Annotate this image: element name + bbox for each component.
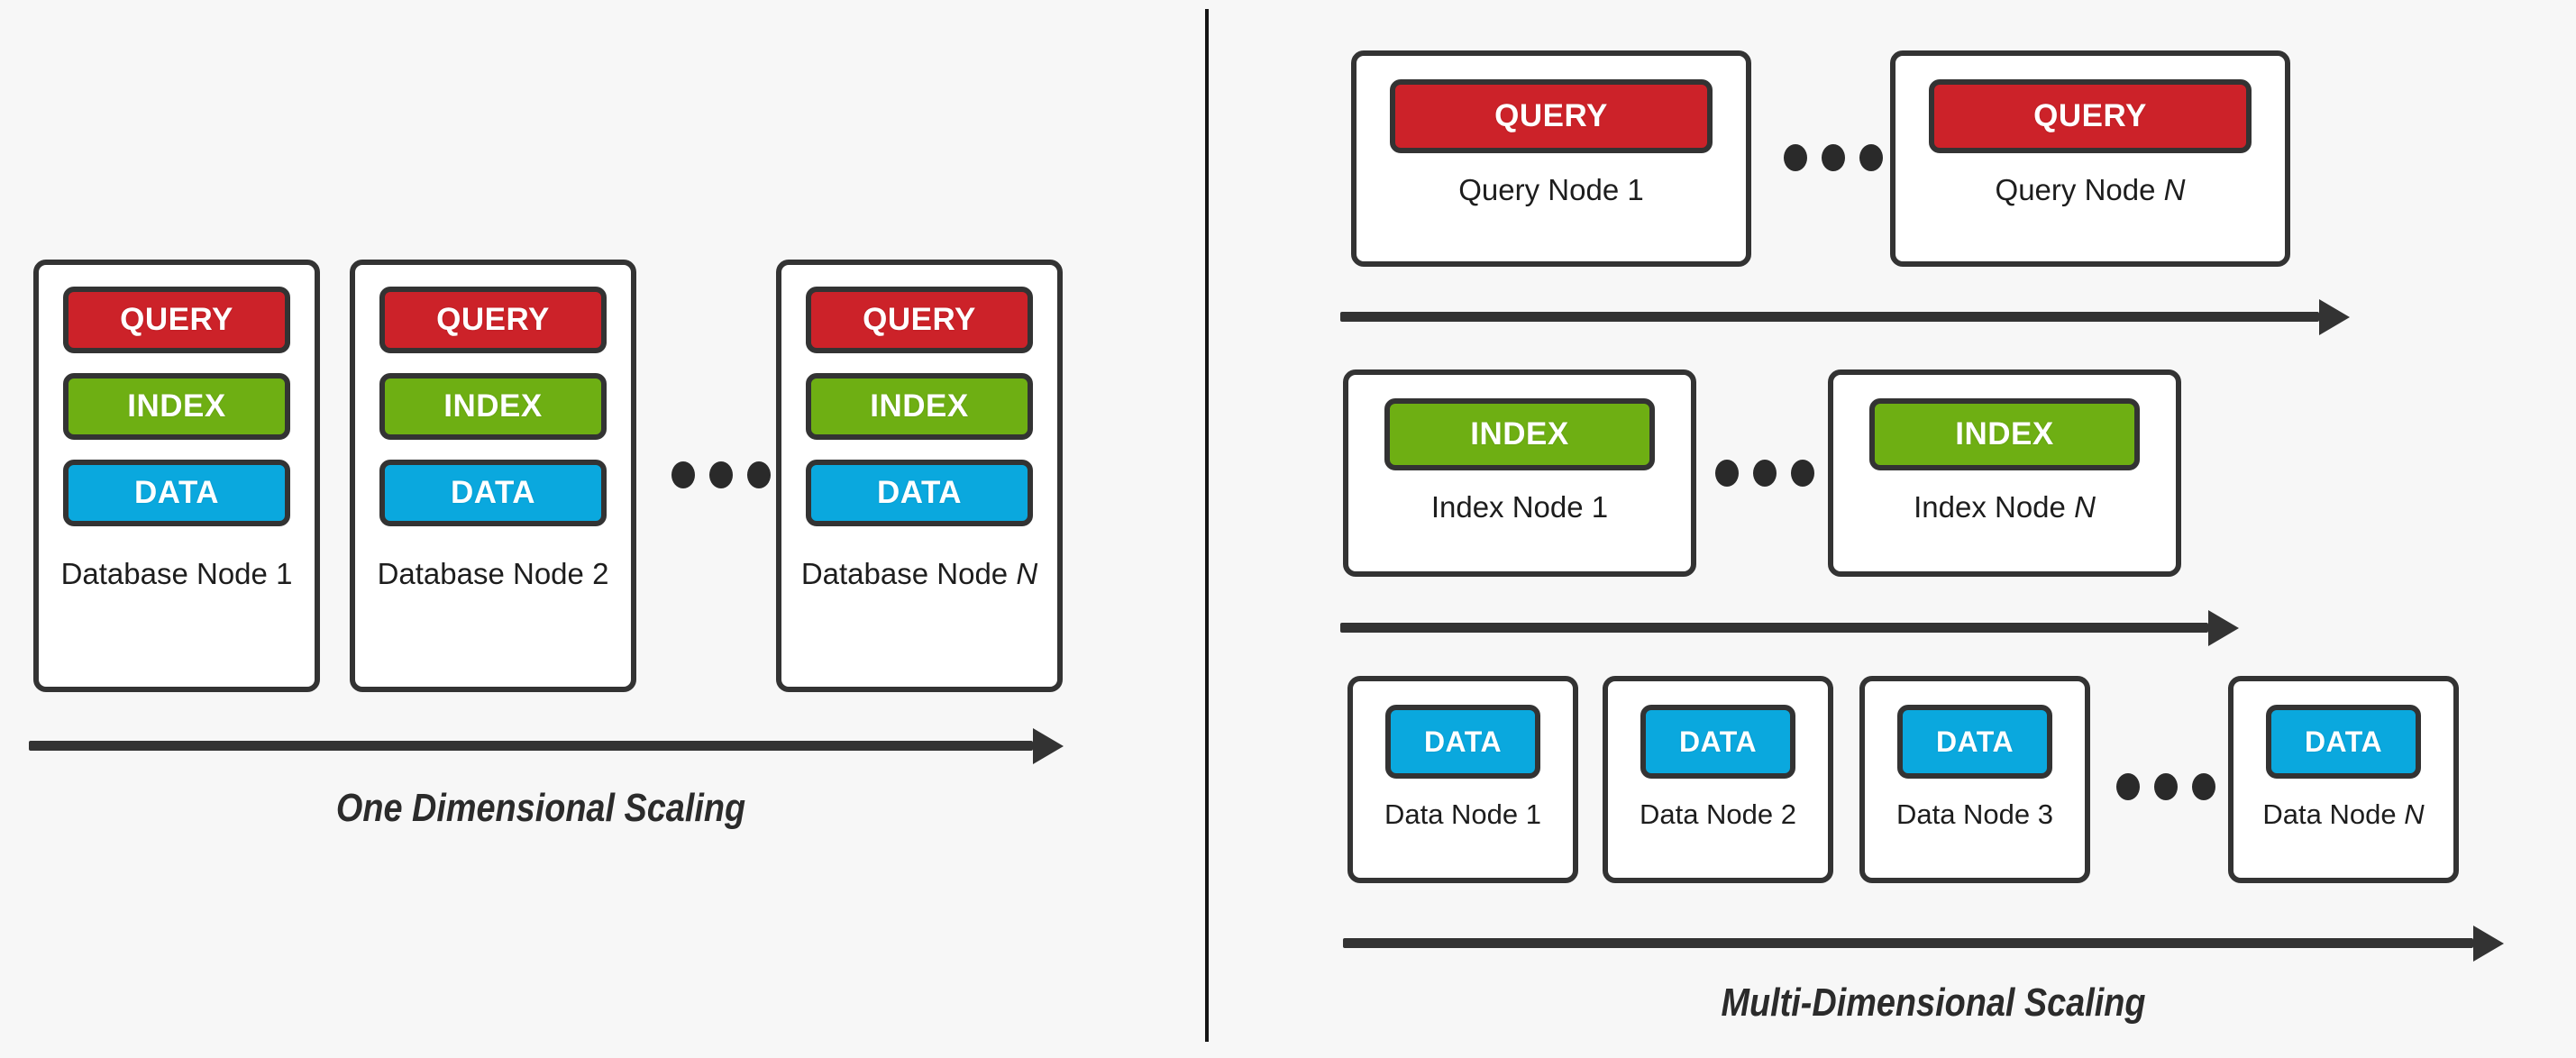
data-chip: DATA [1640,705,1795,779]
query-node-n-label: Query Node N [1995,173,2186,206]
index-node-n-label: Index Node N [1914,490,2096,524]
query-node-n-card[interactable]: QUERY Query Node N [1890,50,2290,267]
data-scaling-arrow [1343,926,2504,962]
data-row-ellipsis-icon [2116,773,2215,800]
one-dimensional-scaling-caption: One Dimensional Scaling [335,786,746,830]
data-node-1-card[interactable]: DATA Data Node 1 [1347,676,1578,883]
multi-dimensional-scaling-caption: Multi-Dimensional Scaling [1721,980,2146,1025]
one-dimensional-scaling-arrow [29,728,1064,764]
data-chip: DATA [2266,705,2421,779]
index-row-ellipsis-icon [1715,460,1814,487]
query-node-1-label: Query Node 1 [1458,173,1644,206]
index-chip: INDEX [1869,398,2140,470]
data-node-3-label: Data Node 3 [1895,798,2054,830]
query-chip: QUERY [63,287,290,353]
data-chip: DATA [1897,705,2052,779]
query-chip: QUERY [1390,79,1713,153]
data-chip: DATA [63,460,290,526]
query-chip: QUERY [379,287,607,353]
query-chip: QUERY [806,287,1033,353]
data-node-2-label: Data Node 2 [1639,798,1797,830]
index-chip: INDEX [1384,398,1655,470]
index-node-1-label: Index Node 1 [1430,490,1609,524]
index-chip: INDEX [806,373,1033,440]
data-chip: DATA [806,460,1033,526]
database-node-n-label: Database Node N [800,557,1038,590]
data-chip: DATA [379,460,607,526]
database-node-1-card[interactable]: QUERY INDEX DATA Database Node 1 [33,260,320,692]
database-node-n-card[interactable]: QUERY INDEX DATA Database Node N [776,260,1063,692]
database-node-2-label: Database Node 2 [377,557,609,590]
query-scaling-arrow [1340,299,2350,335]
database-node-2-card[interactable]: QUERY INDEX DATA Database Node 2 [350,260,636,692]
diagram-canvas: QUERY INDEX DATA Database Node 1 QUERY I… [0,0,2576,1058]
data-node-n-label: Data Node N [2262,798,2425,830]
index-node-n-card[interactable]: INDEX Index Node N [1828,369,2181,577]
data-node-n-card[interactable]: DATA Data Node N [2228,676,2459,883]
index-node-1-card[interactable]: INDEX Index Node 1 [1343,369,1696,577]
data-chip: DATA [1385,705,1540,779]
panel-divider [1205,9,1209,1042]
data-node-3-card[interactable]: DATA Data Node 3 [1859,676,2090,883]
query-row-ellipsis-icon [1784,144,1883,171]
index-chip: INDEX [379,373,607,440]
database-node-1-label: Database Node 1 [60,557,293,590]
left-panel-ellipsis-icon [671,461,771,488]
index-scaling-arrow [1340,610,2239,646]
index-chip: INDEX [63,373,290,440]
query-chip: QUERY [1929,79,2252,153]
data-node-1-label: Data Node 1 [1384,798,1542,830]
data-node-2-card[interactable]: DATA Data Node 2 [1603,676,1833,883]
query-node-1-card[interactable]: QUERY Query Node 1 [1351,50,1751,267]
